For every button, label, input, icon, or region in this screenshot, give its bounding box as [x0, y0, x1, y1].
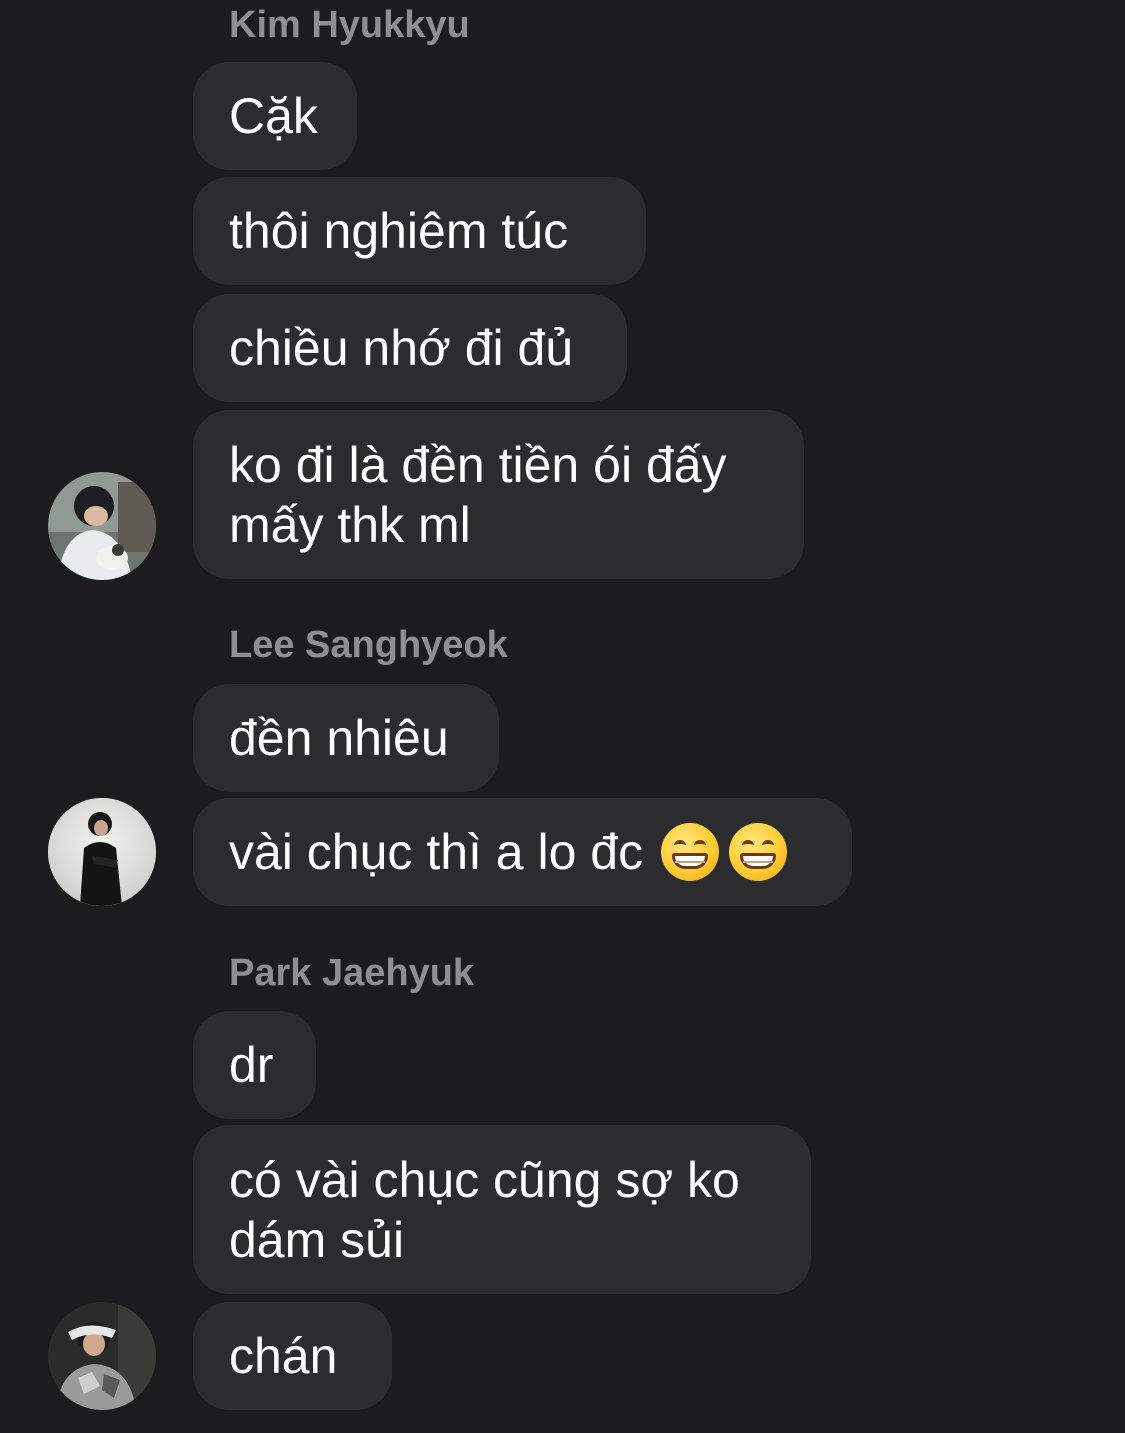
chat-thread: Kim Hyukkyu Cặk thôi nghiêm túc chiều nh… — [0, 0, 1125, 1433]
avatar-photo — [48, 798, 156, 906]
avatar-photo — [48, 472, 156, 580]
message-bubble[interactable]: dr — [193, 1011, 316, 1119]
avatar-photo — [48, 1302, 156, 1410]
message-bubble[interactable]: chiều nhớ đi đủ — [193, 294, 627, 402]
message-bubble[interactable]: vài chục thì a lo đc — [193, 798, 852, 906]
sender-name: Kim Hyukkyu — [229, 4, 470, 46]
message-bubble[interactable]: có vài chục cũng sợ ko dám sủi — [193, 1125, 811, 1294]
message-bubble[interactable]: thôi nghiêm túc — [193, 177, 646, 285]
message-bubble[interactable]: đền nhiêu — [193, 684, 499, 792]
avatar[interactable] — [48, 472, 156, 580]
avatar[interactable] — [48, 798, 156, 906]
sender-name: Park Jaehyuk — [229, 952, 475, 994]
message-bubble[interactable]: Cặk — [193, 62, 357, 170]
message-bubble[interactable]: chán — [193, 1302, 392, 1410]
grinning-face-emoji-icon — [661, 823, 720, 881]
message-text: vài chục thì a lo đc — [229, 824, 644, 880]
avatar[interactable] — [48, 1302, 156, 1410]
sender-name: Lee Sanghyeok — [229, 624, 508, 666]
message-bubble[interactable]: ko đi là đền tiền ói đấy mấy thk ml — [193, 410, 804, 579]
grinning-face-emoji-icon — [729, 823, 788, 881]
